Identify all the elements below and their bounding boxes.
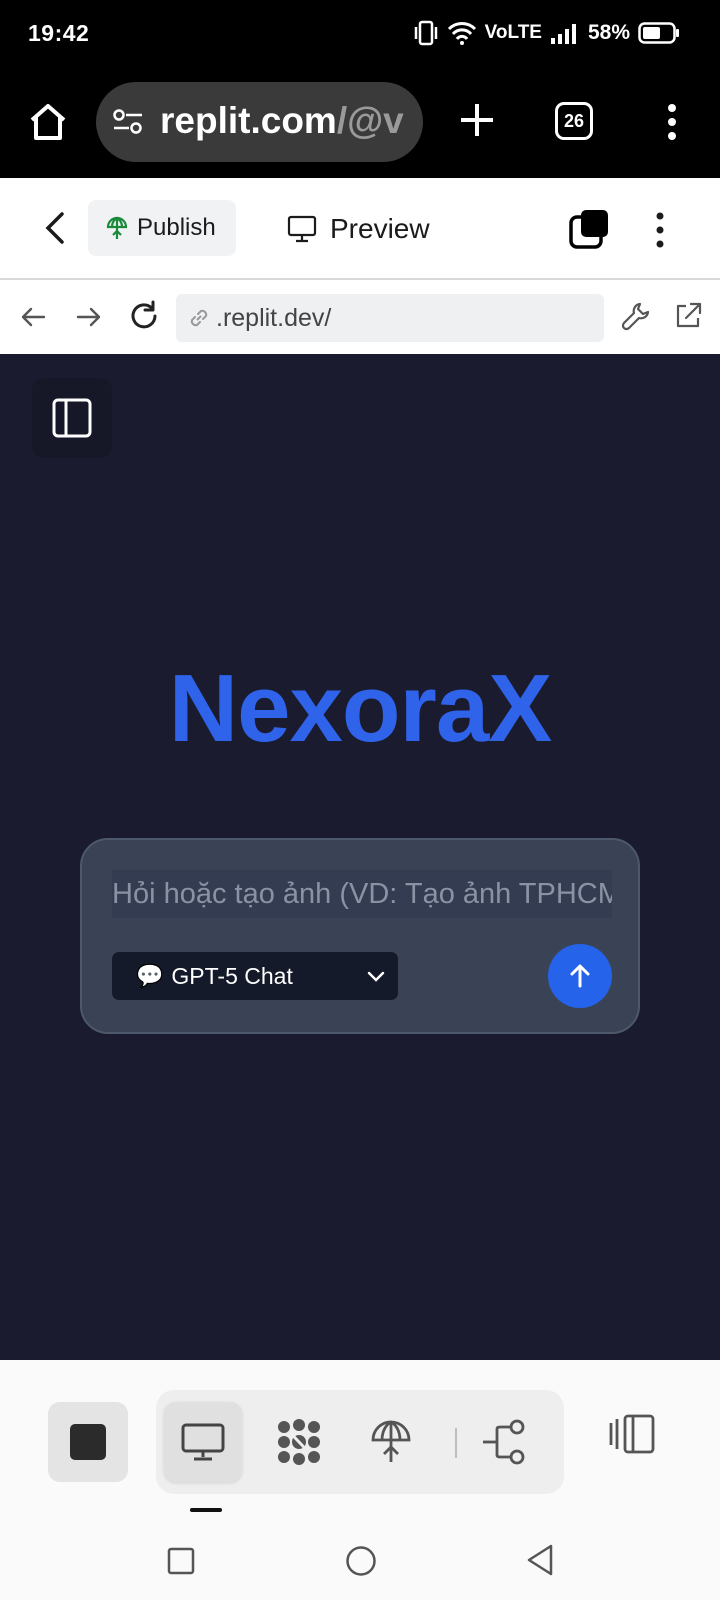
toolbar-divider [455, 1428, 457, 1458]
system-home-button[interactable] [344, 1544, 378, 1583]
publish-icon [106, 216, 128, 239]
monitor-icon [181, 1423, 225, 1461]
devtools-button[interactable] [620, 300, 652, 337]
panels-button[interactable] [604, 1406, 660, 1462]
network-type-label: VoLTE [484, 22, 542, 43]
webview-forward-button[interactable] [74, 302, 104, 337]
publish-icon [371, 1420, 411, 1462]
new-tab-button[interactable] [455, 98, 499, 142]
webview-reload-button[interactable] [128, 300, 160, 337]
status-icons: VoLTE 58% [413, 18, 680, 48]
system-back-button[interactable] [524, 1542, 556, 1583]
publish-tool-button[interactable] [352, 1402, 430, 1482]
model-label: GPT-5 Chat [171, 962, 293, 989]
wrench-icon [621, 302, 650, 331]
more-vert-icon [656, 212, 664, 248]
bottom-toolbar [0, 1360, 720, 1520]
git-tool-button[interactable] [466, 1402, 544, 1482]
stop-icon [70, 1424, 106, 1460]
publish-button[interactable]: Publish [88, 200, 236, 256]
vibrate-icon [413, 19, 439, 47]
preview-tool-button[interactable] [164, 1402, 242, 1482]
link-icon [190, 309, 208, 327]
battery-percent: 58% [587, 21, 630, 44]
chevron-down-icon [366, 968, 386, 989]
open-external-button[interactable] [672, 300, 704, 337]
app-preview: NexoraX 💬 GPT-5 Chat [0, 354, 720, 1360]
arrow-up-icon [570, 964, 590, 988]
replit-toolbar: Publish Preview [0, 178, 720, 280]
chat-input[interactable] [112, 870, 612, 918]
arrow-left-icon [21, 307, 46, 327]
address-path: /@v [336, 100, 404, 141]
active-tab-indicator [190, 1508, 222, 1512]
replit-menu-button[interactable] [650, 210, 670, 250]
triangle-back-icon [527, 1544, 553, 1576]
model-select[interactable]: 💬 GPT-5 Chat [112, 952, 398, 1000]
panels-icon [609, 1414, 655, 1454]
stacked-tabs-icon [569, 210, 608, 249]
webview-nav: .replit.dev/ [0, 280, 720, 354]
tool-group [156, 1390, 564, 1494]
recents-icon [167, 1547, 195, 1575]
tabs-stack-button[interactable] [568, 208, 612, 252]
recents-button[interactable] [166, 1546, 196, 1581]
status-time: 19:42 [28, 20, 90, 46]
external-link-icon [676, 302, 702, 328]
monitor-icon [287, 215, 317, 243]
chat-composer: 💬 GPT-5 Chat [80, 838, 640, 1034]
circle-home-icon [346, 1546, 376, 1576]
address-domain: replit.com [160, 100, 337, 141]
plus-icon [461, 104, 493, 136]
battery-icon [638, 21, 680, 45]
browser-menu-button[interactable] [662, 100, 682, 144]
status-bar: 19:42 VoLTE 58% [0, 0, 720, 66]
chevron-left-icon [45, 212, 64, 244]
address-text: replit.com/@v [160, 100, 404, 142]
address-bar[interactable]: replit.com/@v [96, 82, 423, 162]
reload-icon [131, 300, 157, 329]
app-title: NexoraX [168, 655, 553, 762]
git-branch-icon [483, 1419, 525, 1465]
arrow-right-icon [76, 307, 101, 327]
tab-switcher-button[interactable]: 26 [555, 102, 593, 140]
signal-icon [550, 22, 580, 44]
site-settings-icon[interactable] [112, 108, 144, 141]
wifi-icon [447, 21, 477, 45]
speech-bubble-icon: 💬 [136, 963, 164, 988]
webview-back-button[interactable] [18, 302, 48, 337]
home-button[interactable] [26, 100, 70, 144]
preview-label: Preview [330, 213, 430, 244]
stop-button[interactable] [48, 1402, 128, 1482]
webview-url-field[interactable]: .replit.dev/ [176, 294, 604, 342]
sidebar-icon [52, 398, 92, 438]
system-nav-bar [0, 1520, 720, 1600]
webview-url-text: .replit.dev/ [216, 303, 332, 332]
sidebar-toggle-button[interactable] [32, 378, 112, 458]
browser-toolbar: replit.com/@v 26 [0, 66, 720, 178]
more-vert-icon [668, 104, 676, 140]
agent-icon [278, 1419, 320, 1465]
home-icon [30, 104, 66, 140]
agent-tool-button[interactable] [260, 1402, 338, 1482]
publish-label: Publish [137, 214, 216, 241]
back-button[interactable] [42, 210, 70, 251]
send-button[interactable] [548, 944, 612, 1008]
preview-tab[interactable]: Preview [287, 204, 430, 254]
